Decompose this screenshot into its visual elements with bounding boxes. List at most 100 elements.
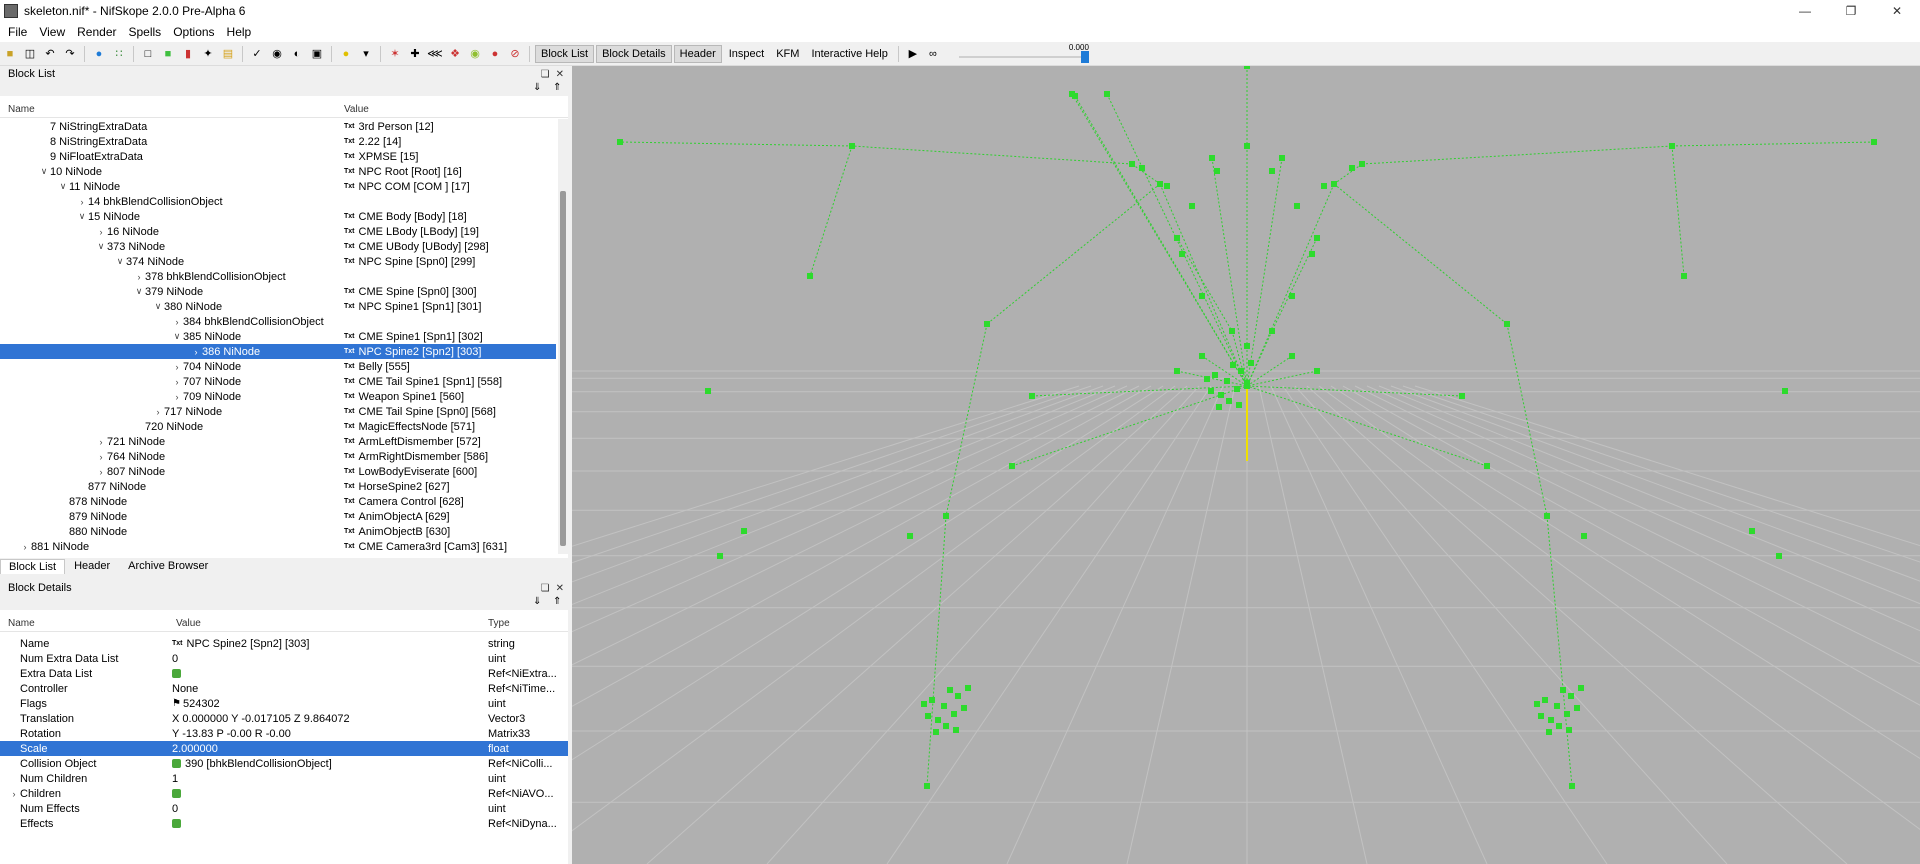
- hide-icon[interactable]: ⊘: [506, 45, 524, 63]
- block-list-row[interactable]: 8 NiStringExtraData Txt 2.22 [14]: [0, 134, 556, 149]
- lighting-icon[interactable]: ▤: [219, 45, 237, 63]
- block-list-row[interactable]: ∨ 10 NiNode Txt NPC Root [Root] [16]: [0, 164, 556, 179]
- chevron-down-icon[interactable]: ∨: [133, 286, 145, 297]
- block-list-row[interactable]: ∨ 380 NiNode Txt NPC Spine1 [Spn1] [301]: [0, 299, 556, 314]
- detail-row[interactable]: Controller None Ref<NiTime...: [0, 681, 568, 696]
- chevron-down-icon[interactable]: ∨: [38, 166, 50, 177]
- tab-archive-browser[interactable]: Archive Browser: [119, 558, 217, 574]
- dropdown-arrow-icon[interactable]: ▾: [357, 45, 375, 63]
- chevron-right-icon[interactable]: ›: [95, 227, 107, 237]
- block-list-row[interactable]: 880 NiNode Txt AnimObjectB [630]: [0, 524, 556, 539]
- detail-row[interactable]: Scale 2.000000 float: [0, 741, 568, 756]
- lightbulb-icon[interactable]: ●: [337, 45, 355, 63]
- sphere-icon[interactable]: ●: [90, 45, 108, 63]
- green-box-icon[interactable]: ■: [159, 45, 177, 63]
- detail-row[interactable]: Rotation Y -13.83 P -0.00 R -0.00 Matrix33: [0, 726, 568, 741]
- chevron-right-icon[interactable]: ›: [171, 362, 183, 372]
- chevron-right-icon[interactable]: ›: [171, 377, 183, 387]
- menu-view[interactable]: View: [33, 25, 71, 39]
- block-list-row[interactable]: › 807 NiNode Txt LowBodyEviserate [600]: [0, 464, 556, 479]
- block-list-row[interactable]: ∨ 11 NiNode Txt NPC COM [COM ] [17]: [0, 179, 556, 194]
- chevron-right-icon[interactable]: ›: [171, 317, 183, 327]
- pin-icon[interactable]: ●: [486, 45, 504, 63]
- chevron-right-icon[interactable]: ›: [190, 347, 202, 357]
- chevron-right-icon[interactable]: ›: [133, 272, 145, 282]
- float-icon[interactable]: ❏: [541, 69, 550, 80]
- detail-row[interactable]: Collision Object 390 [bhkBlendCollisionOb…: [0, 756, 568, 771]
- block-list-scrollbar[interactable]: [558, 119, 568, 554]
- animation-time-slider[interactable]: 0.000: [958, 43, 1089, 63]
- pick-icon[interactable]: ✓: [248, 45, 266, 63]
- minimize-icon[interactable]: —: [1782, 0, 1828, 22]
- block-list-row[interactable]: ∨ 374 NiNode Txt NPC Spine [Spn0] [299]: [0, 254, 556, 269]
- detail-row[interactable]: › Children Ref<NiAVO...: [0, 786, 568, 801]
- block-list-row[interactable]: › 881 NiNode Txt CME Camera3rd [Cam3] [631]: [0, 539, 556, 554]
- panel-close-icon[interactable]: ✕: [556, 583, 564, 594]
- restore-icon[interactable]: ❐: [1828, 0, 1874, 22]
- chevron-right-icon[interactable]: ›: [95, 437, 107, 447]
- block-list-row[interactable]: › 717 NiNode Txt CME Tail Spine [Spn0] [568…: [0, 404, 556, 419]
- tab-block-details[interactable]: Block Details: [596, 44, 672, 63]
- visibility-icon[interactable]: ◐: [288, 45, 306, 63]
- block-list-row[interactable]: 7 NiStringExtraData Txt 3rd Person [12]: [0, 119, 556, 134]
- chevron-down-icon[interactable]: ∨: [57, 181, 69, 192]
- chevron-right-icon[interactable]: ›: [8, 789, 20, 799]
- tab-block-list[interactable]: Block List: [535, 44, 595, 63]
- detail-row[interactable]: Num Extra Data List 0 uint: [0, 651, 568, 666]
- chevron-right-icon[interactable]: ›: [95, 467, 107, 477]
- save-icon[interactable]: ◫: [21, 45, 39, 63]
- menu-render[interactable]: Render: [71, 25, 122, 39]
- block-list-row[interactable]: › 707 NiNode Txt CME Tail Spine1 [Spn1] [55…: [0, 374, 556, 389]
- chevron-right-icon[interactable]: ›: [152, 407, 164, 417]
- block-list-row[interactable]: ∨ 15 NiNode Txt CME Body [Body] [18]: [0, 209, 556, 224]
- expand-all-icon[interactable]: ⇑: [553, 596, 561, 607]
- screenshot-icon[interactable]: ▣: [308, 45, 326, 63]
- detail-row[interactable]: Flags ⚑ 524302 uint: [0, 696, 568, 711]
- tab-header[interactable]: Header: [673, 44, 722, 63]
- col-type[interactable]: Type: [488, 618, 510, 629]
- col-value[interactable]: Value: [168, 618, 488, 629]
- block-list-row[interactable]: ∨ 373 NiNode Txt CME UBody [UBody] [298]: [0, 239, 556, 254]
- col-value[interactable]: Value: [344, 104, 369, 115]
- block-list-row[interactable]: 9 NiFloatExtraData Txt XPMSE [15]: [0, 149, 556, 164]
- axes-icon[interactable]: ✚: [406, 45, 424, 63]
- chevron-right-icon[interactable]: ›: [171, 392, 183, 402]
- chevron-down-icon[interactable]: ∨: [171, 331, 183, 342]
- skeleton-render[interactable]: [572, 66, 1920, 864]
- detail-row[interactable]: Translation X 0.000000 Y -0.017105 Z 9.86…: [0, 711, 568, 726]
- block-list-row[interactable]: › 16 NiNode Txt CME LBody [LBody] [19]: [0, 224, 556, 239]
- block-list-row[interactable]: 879 NiNode Txt AnimObjectA [629]: [0, 509, 556, 524]
- block-list-row[interactable]: › 386 NiNode Txt NPC Spine2 [Spn2] [303]: [0, 344, 556, 359]
- block-list-row[interactable]: ∨ 385 NiNode Txt CME Spine1 [Spn1] [302]: [0, 329, 556, 344]
- menu-spells[interactable]: Spells: [123, 25, 168, 39]
- tab-header-bottom[interactable]: Header: [65, 558, 119, 574]
- chevron-down-icon[interactable]: ∨: [95, 241, 107, 252]
- open-folder-icon[interactable]: ■: [1, 45, 19, 63]
- chevron-right-icon[interactable]: ›: [76, 197, 88, 207]
- detail-row[interactable]: Num Effects 0 uint: [0, 801, 568, 816]
- block-list-row[interactable]: 878 NiNode Txt Camera Control [628]: [0, 494, 556, 509]
- block-list-row[interactable]: 877 NiNode Txt HorseSpine2 [627]: [0, 479, 556, 494]
- redo-icon[interactable]: ↷: [61, 45, 79, 63]
- col-name[interactable]: Name: [0, 104, 344, 115]
- col-name[interactable]: Name: [0, 618, 168, 629]
- menu-options[interactable]: Options: [167, 25, 220, 39]
- texture-icon[interactable]: ▮: [179, 45, 197, 63]
- constraint-icon[interactable]: ❖: [446, 45, 464, 63]
- chevron-down-icon[interactable]: ∨: [76, 211, 88, 222]
- block-list-row[interactable]: › 704 NiNode Txt Belly [555]: [0, 359, 556, 374]
- loop-icon[interactable]: ∞: [924, 45, 942, 63]
- menu-help[interactable]: Help: [221, 25, 258, 39]
- block-list-row[interactable]: › 721 NiNode Txt ArmLeftDismember [572]: [0, 434, 556, 449]
- nodes-icon[interactable]: ∷: [110, 45, 128, 63]
- tab-interactive-help[interactable]: Interactive Help: [806, 46, 892, 62]
- chevron-down-icon[interactable]: ∨: [152, 301, 164, 312]
- window-icon[interactable]: □: [139, 45, 157, 63]
- block-list-row[interactable]: › 384 bhkBlendCollisionObject: [0, 314, 556, 329]
- chevron-right-icon[interactable]: ›: [95, 452, 107, 462]
- detail-row[interactable]: Effects Ref<NiDyna...: [0, 816, 568, 831]
- tab-inspect[interactable]: Inspect: [724, 46, 769, 62]
- menu-file[interactable]: File: [2, 25, 33, 39]
- block-list-row[interactable]: › 378 bhkBlendCollisionObject: [0, 269, 556, 284]
- block-list-row[interactable]: › 709 NiNode Txt Weapon Spine1 [560]: [0, 389, 556, 404]
